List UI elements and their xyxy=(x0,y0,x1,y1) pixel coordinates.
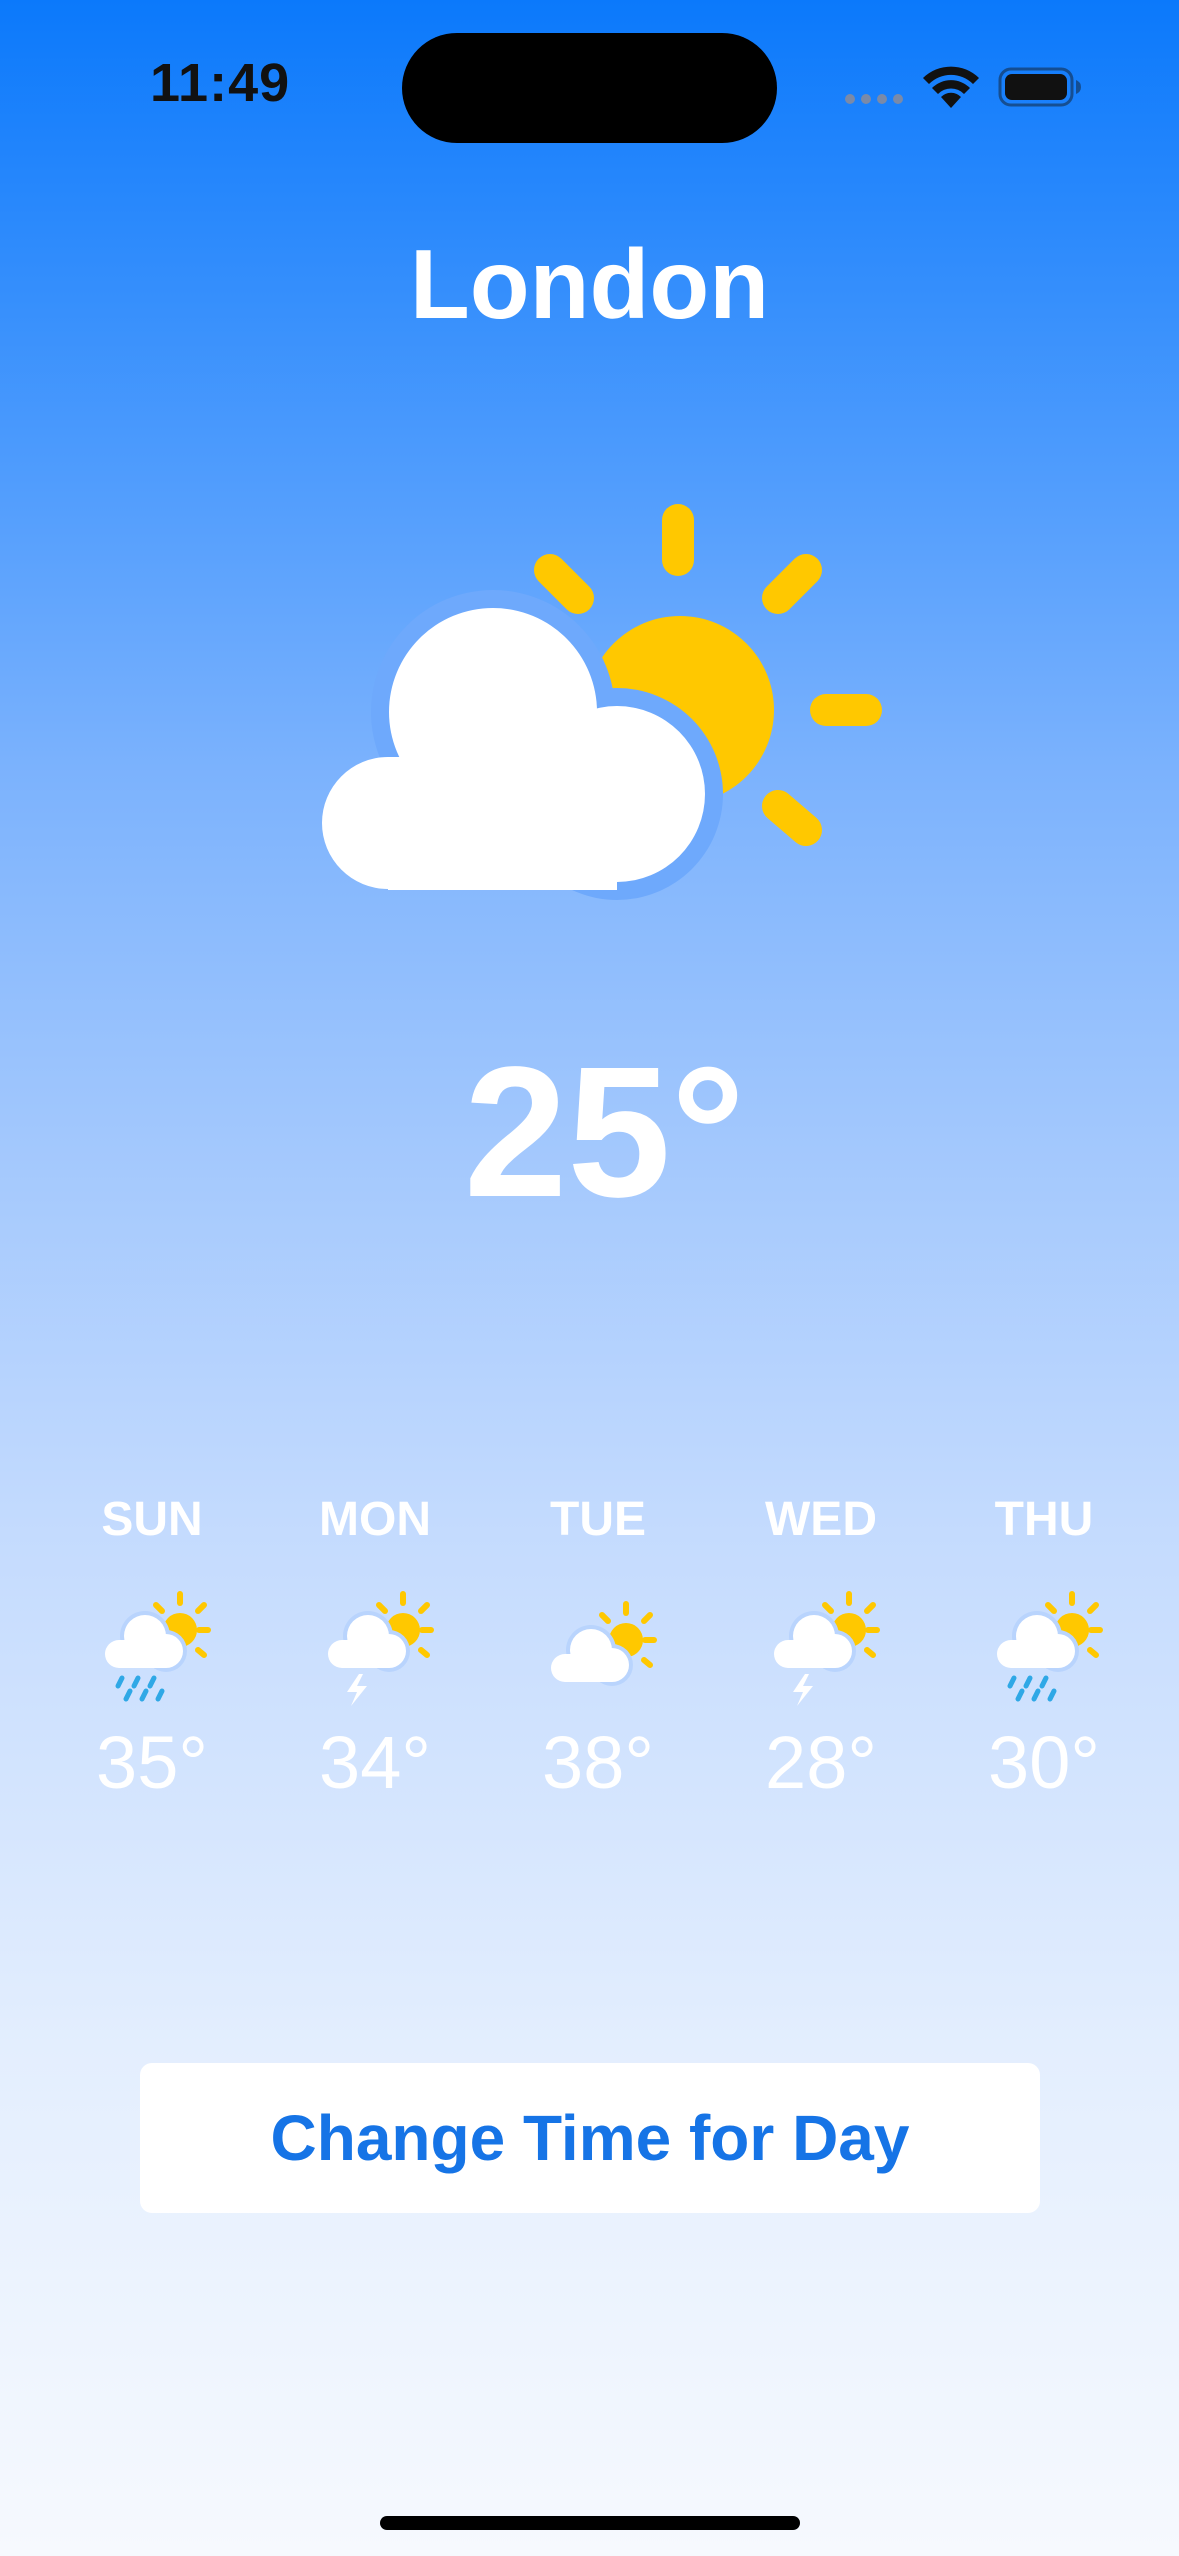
home-indicator[interactable] xyxy=(380,2516,800,2530)
dynamic-island xyxy=(402,33,777,143)
status-time: 11:49 xyxy=(150,53,291,113)
day-temperature: 38° xyxy=(542,1721,654,1804)
cellular-signal-icon xyxy=(845,94,903,104)
day-temperature: 35° xyxy=(96,1721,208,1804)
day-label: MON xyxy=(319,1493,431,1546)
day-label: WED xyxy=(765,1493,877,1546)
forecast-day: THU 30° xyxy=(935,1490,1153,1800)
cloud-sun-icon xyxy=(551,1601,657,1686)
cloud-sun-icon xyxy=(322,504,882,900)
wifi-icon xyxy=(923,66,979,108)
day-label: SUN xyxy=(101,1493,203,1546)
city-title: London xyxy=(409,229,770,339)
battery-icon xyxy=(998,67,1081,107)
forecast-row: SUN 35° MON 34° TUE 38° WED 28° THU 30° xyxy=(43,1490,1153,1800)
current-temperature: 25° xyxy=(463,1029,746,1236)
forecast-day: WED 28° xyxy=(712,1490,930,1800)
forecast-day: TUE 38° xyxy=(489,1490,707,1800)
day-temperature: 28° xyxy=(765,1721,877,1804)
cloud-sun-bolt-icon xyxy=(774,1591,880,1706)
day-temperature: 34° xyxy=(319,1721,431,1804)
day-label: TUE xyxy=(550,1493,646,1546)
cloud-sun-rain-icon xyxy=(997,1591,1103,1702)
forecast-day: MON 34° xyxy=(266,1490,484,1800)
change-time-button[interactable]: Change Time for Day xyxy=(140,2063,1040,2213)
day-label: THU xyxy=(994,1493,1094,1546)
forecast-day: SUN 35° xyxy=(43,1490,261,1800)
cloud-sun-bolt-icon xyxy=(328,1591,434,1706)
day-temperature: 30° xyxy=(988,1721,1100,1804)
cloud-sun-rain-icon xyxy=(105,1591,211,1702)
